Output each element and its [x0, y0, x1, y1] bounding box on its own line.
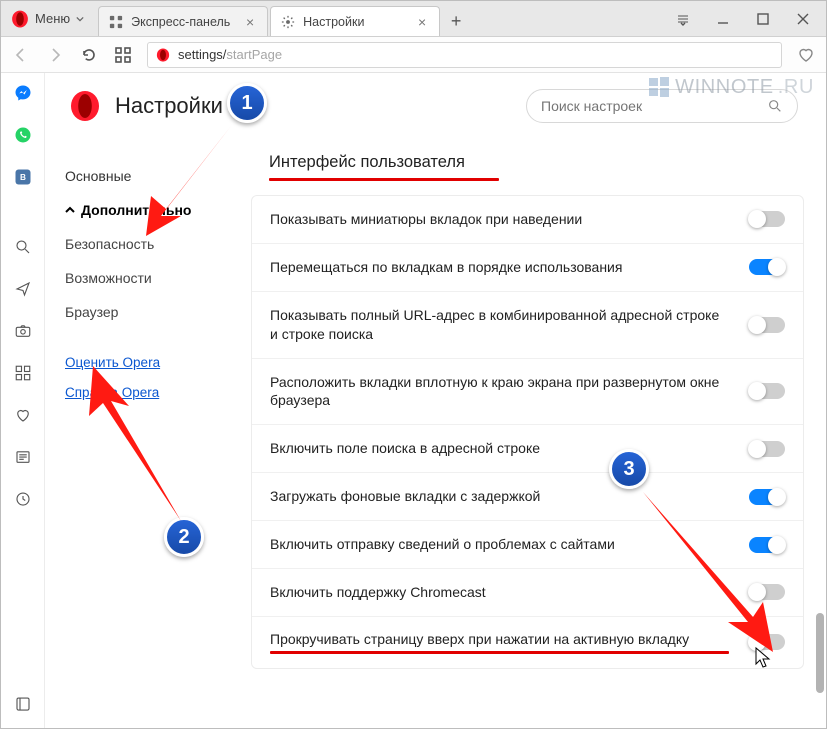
nav-basic[interactable]: Основные	[65, 159, 233, 193]
setting-row: Включить поддержку Chromecast	[252, 569, 803, 617]
settings-body: Основные Дополнительно Безопасность Возм…	[45, 139, 826, 728]
search-input[interactable]	[541, 98, 767, 114]
setting-row: Включить поле поиска в адресной строке	[252, 425, 803, 473]
url-base: settings/	[178, 47, 226, 62]
tab-label: Настройки	[303, 15, 415, 29]
toolbar: settings/startPage	[1, 37, 826, 73]
toggle-switch[interactable]	[749, 537, 785, 553]
toggle-switch[interactable]	[749, 441, 785, 457]
vk-icon[interactable]: B	[13, 167, 33, 187]
settings-page: Настройки Основные Дополнительно Безопас…	[45, 73, 826, 728]
section-title: Интерфейс пользователя	[251, 149, 483, 178]
news-icon[interactable]	[13, 447, 33, 467]
app-menu-button[interactable]: Меню	[1, 1, 94, 36]
setting-row: Перемещаться по вкладкам в порядке испол…	[252, 244, 803, 292]
tab-label: Экспресс-панель	[131, 15, 243, 29]
setting-label: Включить поле поиска в адресной строке	[270, 439, 749, 458]
setting-row: Включить отправку сведений о проблемах с…	[252, 521, 803, 569]
setting-row: Прокручивать страницу вверх при нажатии …	[252, 617, 803, 668]
app-menu-label: Меню	[35, 11, 70, 26]
window-menu-button[interactable]	[672, 8, 694, 30]
setting-label: Загружать фоновые вкладки с задержкой	[270, 487, 749, 506]
settings-nav: Основные Дополнительно Безопасность Возм…	[45, 139, 243, 728]
reload-button[interactable]	[79, 45, 99, 65]
url-tail: startPage	[226, 47, 282, 62]
toggle-switch[interactable]	[749, 489, 785, 505]
chevron-down-icon	[76, 15, 84, 23]
opera-logo-icon	[156, 48, 170, 62]
watermark: WINNOTE.RU	[647, 75, 814, 99]
nav-advanced[interactable]: Дополнительно	[65, 193, 233, 227]
tab-settings[interactable]: Настройки ×	[270, 6, 440, 36]
nav-help[interactable]: Справка Opera	[65, 377, 233, 407]
side-rail: B	[1, 73, 45, 728]
history-icon[interactable]	[13, 489, 33, 509]
minimize-button[interactable]	[712, 8, 734, 30]
svg-text:B: B	[20, 173, 26, 182]
setting-label: Расположить вкладки вплотную к краю экра…	[270, 373, 749, 411]
title-bar: Меню Экспресс-панель × Настройки × +	[1, 1, 826, 37]
opera-logo-icon	[11, 10, 29, 28]
toggle-switch[interactable]	[749, 383, 785, 399]
setting-label: Включить отправку сведений о проблемах с…	[270, 535, 749, 554]
my-flow-icon[interactable]	[13, 279, 33, 299]
settings-main: Интерфейс пользователя Показывать миниат…	[243, 139, 826, 728]
messenger-icon[interactable]	[13, 83, 33, 103]
chevron-up-icon	[65, 205, 75, 215]
windows-logo-icon	[647, 75, 671, 99]
setting-label: Перемещаться по вкладкам в порядке испол…	[270, 258, 749, 277]
nav-forward-button[interactable]	[45, 45, 65, 65]
nav-advanced-label: Дополнительно	[81, 202, 191, 218]
annotation-underline	[269, 178, 499, 181]
nav-features[interactable]: Возможности	[65, 261, 233, 295]
sidebar-settings-icon[interactable]	[13, 694, 33, 714]
speed-dial-button[interactable]	[113, 45, 133, 65]
close-button[interactable]	[792, 8, 814, 30]
setting-row: Загружать фоновые вкладки с задержкой	[252, 473, 803, 521]
new-tab-button[interactable]: +	[442, 6, 470, 36]
opera-logo-icon	[69, 90, 101, 122]
scrollbar[interactable]	[816, 273, 824, 693]
watermark-ext: .RU	[778, 76, 814, 99]
watermark-brand: WINNOTE	[675, 76, 774, 99]
content-area: B Настройки Основные Допо	[1, 73, 826, 728]
tab-strip: Экспресс-панель × Настройки × +	[98, 1, 470, 36]
bookmark-button[interactable]	[796, 45, 816, 65]
toggle-switch[interactable]	[749, 584, 785, 600]
setting-label: Включить поддержку Chromecast	[270, 583, 749, 602]
snapshot-icon[interactable]	[13, 321, 33, 341]
setting-label: Показывать миниатюры вкладок при наведен…	[270, 210, 749, 229]
nav-security[interactable]: Безопасность	[65, 227, 233, 261]
speed-dial-rail-icon[interactable]	[13, 363, 33, 383]
toggle-switch[interactable]	[749, 259, 785, 275]
search-icon[interactable]	[13, 237, 33, 257]
nav-back-button[interactable]	[11, 45, 31, 65]
bookmarks-icon[interactable]	[13, 405, 33, 425]
setting-label: Показывать полный URL-адрес в комбиниров…	[270, 306, 749, 344]
page-title: Настройки	[115, 93, 223, 119]
search-icon	[767, 98, 783, 114]
setting-row: Показывать миниатюры вкладок при наведен…	[252, 196, 803, 244]
window-controls	[672, 1, 826, 36]
settings-rows: Показывать миниатюры вкладок при наведен…	[251, 195, 804, 669]
maximize-button[interactable]	[752, 8, 774, 30]
setting-row: Расположить вкладки вплотную к краю экра…	[252, 359, 803, 426]
setting-row: Показывать полный URL-адрес в комбиниров…	[252, 292, 803, 359]
nav-browser[interactable]: Браузер	[65, 295, 233, 329]
scrollbar-thumb[interactable]	[816, 613, 824, 693]
nav-rate[interactable]: Оценить Opera	[65, 347, 233, 377]
whatsapp-icon[interactable]	[13, 125, 33, 145]
tab-speed-dial[interactable]: Экспресс-панель ×	[98, 6, 268, 36]
tab-close-button[interactable]: ×	[243, 15, 257, 29]
gear-icon	[281, 15, 295, 29]
setting-label: Прокручивать страницу вверх при нажатии …	[270, 631, 749, 654]
tab-close-button[interactable]: ×	[415, 15, 429, 29]
toggle-switch[interactable]	[749, 317, 785, 333]
toggle-switch[interactable]	[749, 211, 785, 227]
address-bar[interactable]: settings/startPage	[147, 42, 782, 68]
toggle-switch[interactable]	[749, 634, 785, 650]
speed-dial-icon	[109, 15, 123, 29]
